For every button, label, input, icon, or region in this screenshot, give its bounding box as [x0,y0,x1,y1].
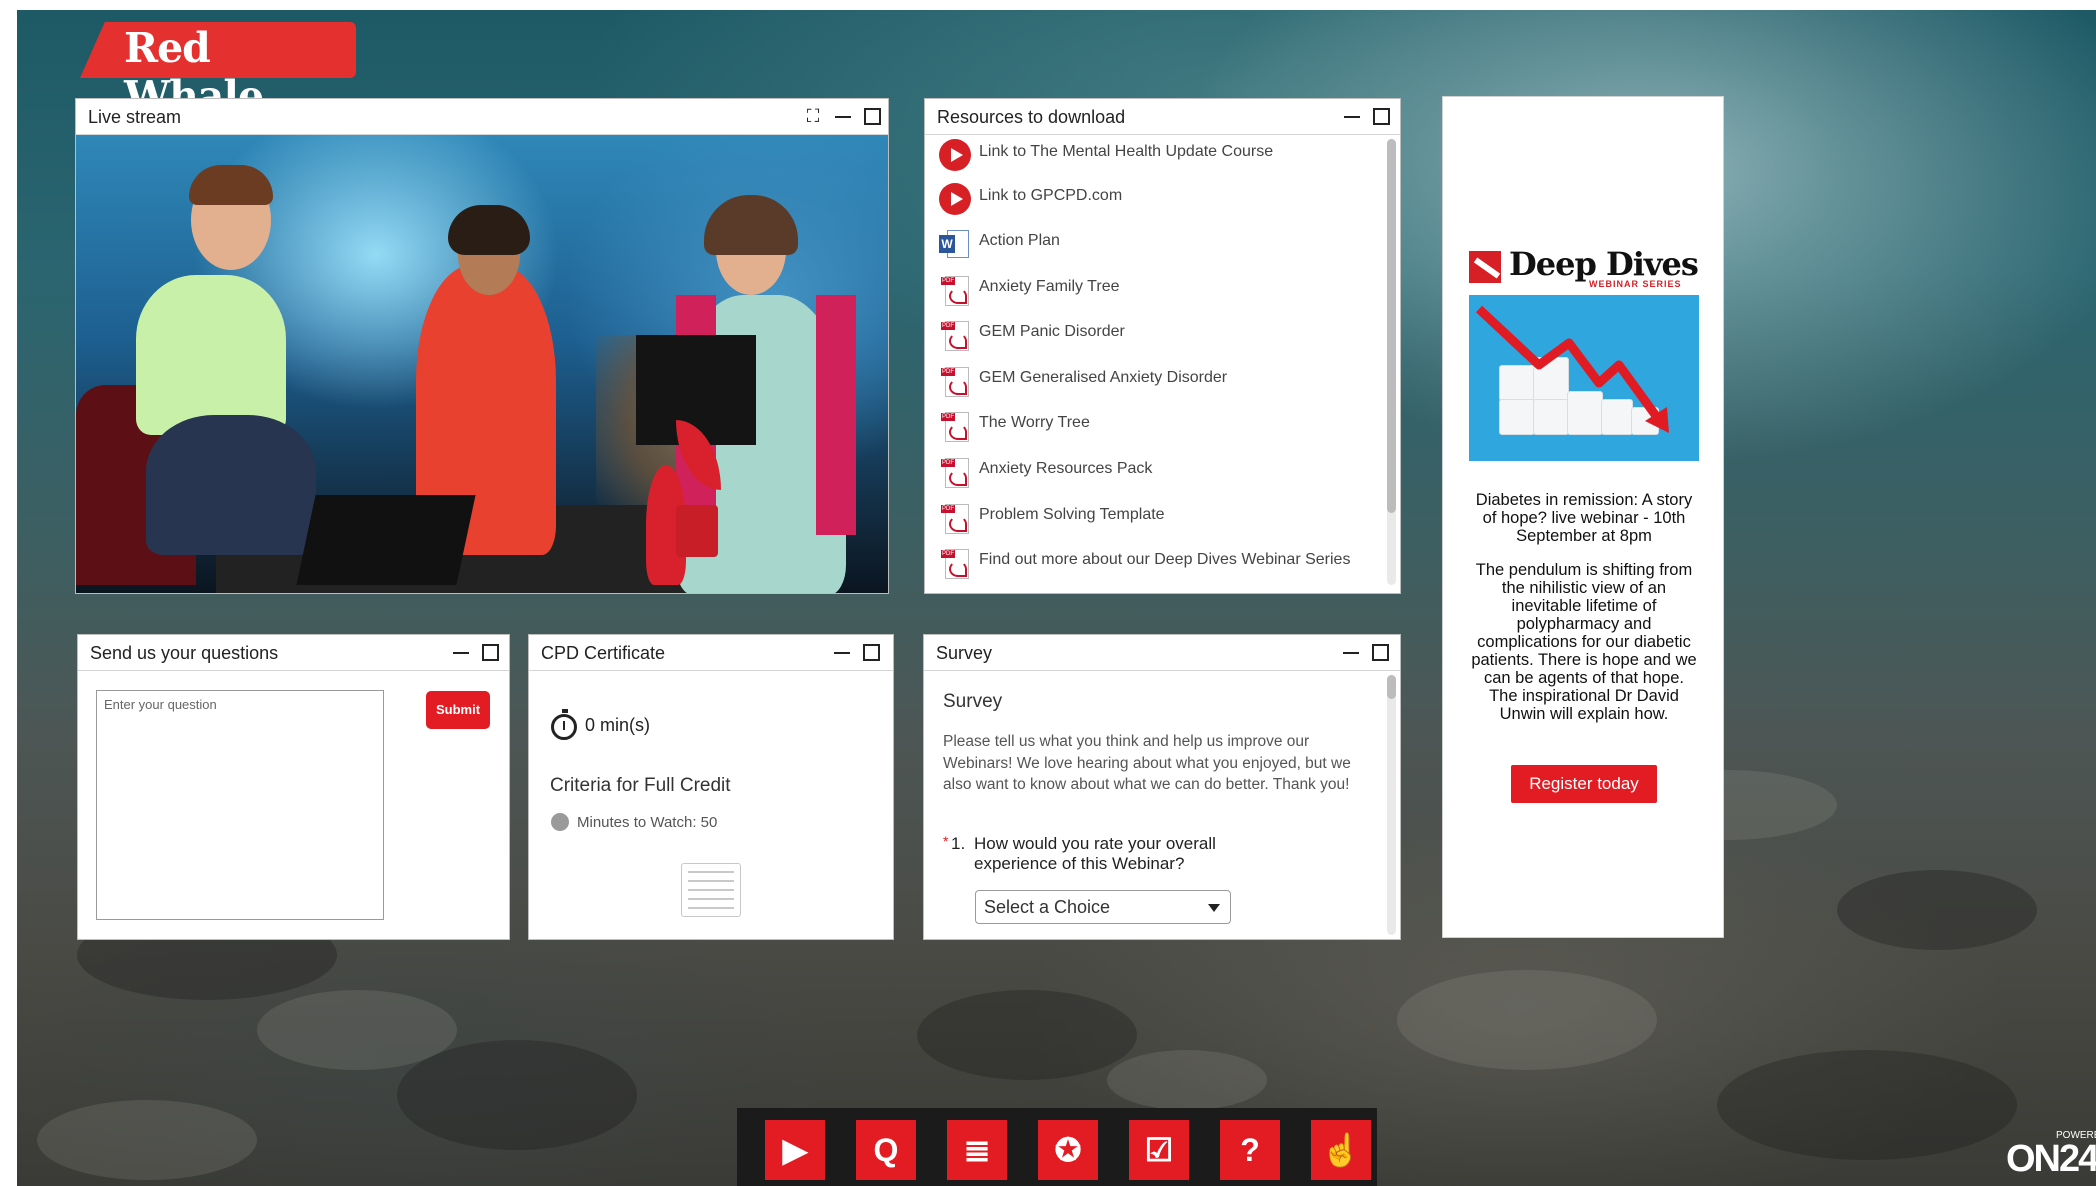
criteria-item: Minutes to Watch: 50 [577,814,718,831]
pdf-icon: PDF [939,410,971,442]
required-mark: * [943,833,949,849]
help-button[interactable]: ? [1220,1120,1280,1180]
criteria-heading: Criteria for Full Credit [550,775,731,796]
panel-title: Survey [936,643,993,663]
minimize-button[interactable] [450,641,472,663]
play-icon: ▶ [782,1132,808,1168]
video-player[interactable] [76,135,888,593]
sugar-cubes-graph-image [1469,295,1699,461]
live-stream-panel: Live stream ⛶ [75,98,889,594]
resource-label[interactable]: The Worry Tree [979,414,1090,432]
questions-panel: Send us your questions Enter your questi… [77,634,510,940]
search-icon: Q [873,1132,899,1168]
survey-panel: Survey Survey Please tell us what you th… [923,634,1401,940]
promo-panel: Deep Dives WEBINAR SERIES Diabetes in re… [1442,96,1724,938]
minimize-button[interactable] [831,641,853,663]
certificate-button[interactable]: ✪ [1038,1120,1098,1180]
minimize-button[interactable] [1341,105,1363,127]
panel-title: Resources to download [937,107,1126,127]
select-value: Select a Choice [984,897,1111,917]
checklist-icon: ☑ [1144,1132,1174,1168]
document-icon: ≣ [963,1132,991,1168]
question-text: How would you rate your overall experien… [974,834,1216,873]
resource-label[interactable]: GEM Panic Disorder [979,323,1125,341]
resource-label[interactable]: Find out more about our Deep Dives Webin… [979,551,1350,569]
resources-list: Link to The Mental Health Update Course … [925,135,1400,593]
ad-headline: Diabetes in remission: A story of hope? … [1475,491,1693,545]
resource-label[interactable]: Anxiety Resources Pack [979,460,1152,478]
resource-label[interactable]: Link to GPCPD.com [979,187,1122,205]
resources-panel: Resources to download Link to The Mental… [924,98,1401,594]
panel-title: Live stream [88,107,182,127]
submit-button[interactable]: Submit [426,691,490,729]
ad-body: The pendulum is shifting from the nihili… [1471,561,1697,723]
maximize-button[interactable] [478,641,500,663]
panel-header: Resources to download [925,99,1400,135]
pdf-icon: PDF [939,456,971,488]
panel-header: CPD Certificate [529,635,893,671]
resource-label[interactable]: GEM Generalised Anxiety Disorder [979,369,1227,387]
incomplete-circle-icon [551,813,569,831]
hand-pointer-icon: ☝ [1321,1132,1361,1168]
stopwatch-icon [551,709,577,740]
questions-button[interactable]: Q [856,1120,916,1180]
play-link-icon [939,183,971,215]
minimize-button[interactable] [832,105,854,127]
red-whale-logo: Red Whale [80,22,356,120]
minimize-button[interactable] [1340,641,1362,663]
pdf-icon: PDF [939,274,971,306]
pdf-icon: PDF [939,319,971,351]
logo-subtitle: WEBINAR SERIES [1589,279,1682,289]
time-watched: 0 min(s) [585,715,651,735]
scrollbar-thumb[interactable] [1387,675,1396,699]
panel-header: Survey [924,635,1400,671]
panel-header: Send us your questions [78,635,509,671]
survey-heading: Survey [943,691,1003,712]
resource-label[interactable]: Anxiety Family Tree [979,278,1119,296]
maximize-button[interactable] [860,105,882,127]
resource-label[interactable]: Action Plan [979,232,1060,250]
scrollbar[interactable] [1387,675,1396,935]
certificate-icon[interactable] [681,863,741,917]
question-placeholder: Enter your question [104,697,217,712]
fullscreen-icon[interactable]: ⛶ [802,105,824,127]
panel-header: Live stream ⛶ [76,99,888,135]
resource-label[interactable]: Problem Solving Template [979,506,1165,524]
maximize-button[interactable] [859,641,881,663]
pdf-icon: PDF [939,365,971,397]
word-doc-icon: W [939,228,971,260]
interaction-button[interactable]: ☝ [1311,1120,1371,1180]
question-mark-icon: ? [1240,1132,1260,1168]
question-input[interactable]: Enter your question [96,690,384,920]
bottom-toolbar: ▶ Q ≣ ✪ ☑ ? ☝ [737,1108,1377,1186]
scrollbar[interactable] [1387,139,1396,585]
award-icon: ✪ [1054,1132,1082,1168]
panel-title: Send us your questions [90,643,279,663]
rating-select[interactable]: Select a Choice [975,890,1231,924]
logo-text: Deep Dives [1509,245,1699,283]
media-player-button[interactable]: ▶ [765,1120,825,1180]
pdf-icon: PDF [939,502,971,534]
dive-flag-icon [1469,251,1501,283]
resources-button[interactable]: ≣ [947,1120,1007,1180]
survey-button[interactable]: ☑ [1129,1120,1189,1180]
scrollbar-thumb[interactable] [1387,139,1396,513]
question-number: 1. [951,834,966,853]
on24-wordmark: ON24 [2006,1138,2096,1180]
cpd-certificate-panel: CPD Certificate 0 min(s) Criteria for Fu… [528,634,894,940]
pdf-icon: PDF [939,547,971,579]
panel-title: CPD Certificate [541,643,666,663]
resource-label[interactable]: Link to The Mental Health Update Course [979,143,1273,161]
survey-intro: Please tell us what you think and help u… [943,733,1351,793]
register-today-button[interactable]: Register today [1511,765,1657,803]
chevron-down-icon [1208,904,1220,912]
deep-dives-logo: Deep Dives WEBINAR SERIES [1469,245,1699,291]
maximize-button[interactable] [1369,105,1391,127]
maximize-button[interactable] [1368,641,1390,663]
play-link-icon [939,139,971,171]
